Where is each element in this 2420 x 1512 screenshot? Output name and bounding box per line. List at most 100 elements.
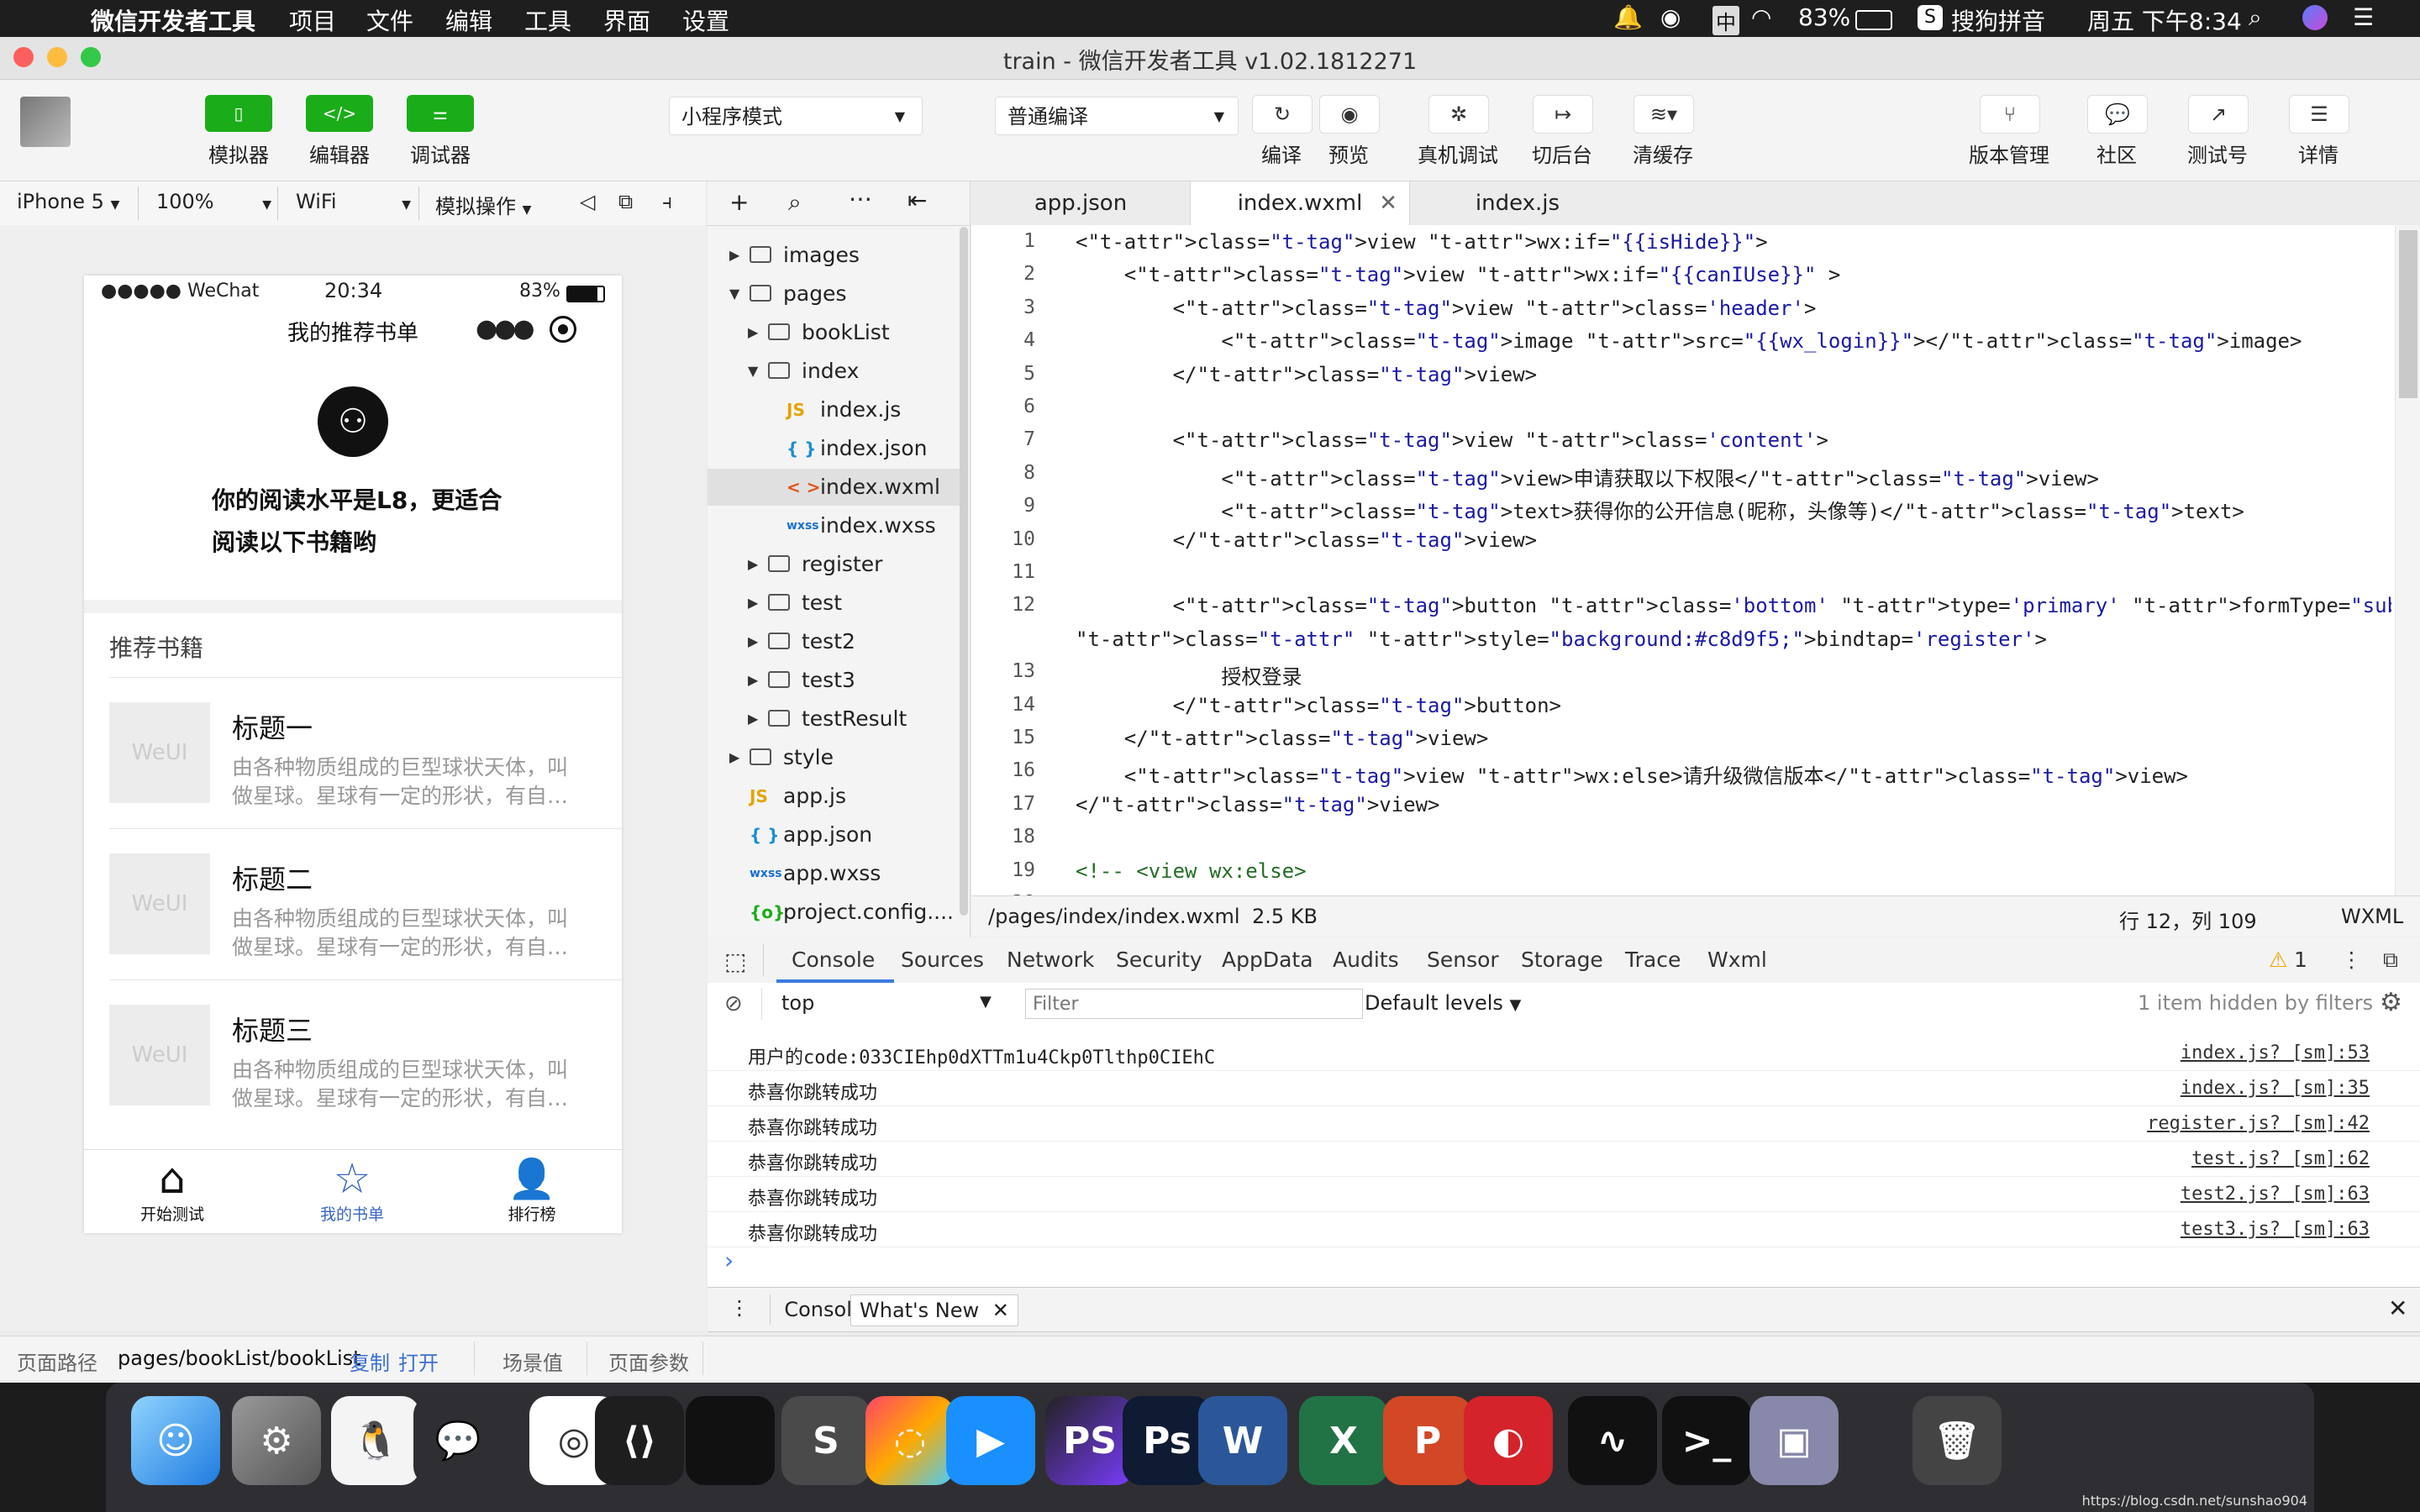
close-drawer-icon[interactable]: ✕ [2388,1294,2407,1322]
file-item[interactable]: JS index.js [708,391,960,428]
list-item[interactable]: WeUI 标题二 由各种物质组成的巨型球状天体，叫 做星球。星球有一定的形状，有… [84,828,622,979]
chevron-right-icon[interactable]: ▶ [748,585,758,622]
more-icon[interactable]: ⋯ [849,185,872,213]
compile-mode-select[interactable]: 普通编译 ▼ [995,97,1239,135]
device-select[interactable]: iPhone 5 ▼ [17,190,119,213]
excel-icon[interactable]: X [1299,1396,1388,1485]
netease-music-icon[interactable]: ◐ [1464,1396,1553,1485]
word-icon[interactable]: W [1198,1396,1287,1485]
trash-icon[interactable]: 🗑 [1912,1396,2002,1485]
system-preferences-icon[interactable]: ⚙ [232,1396,321,1485]
devtools-tab-audits[interactable]: Audits [1333,948,1399,972]
code-line[interactable]: <"t-attr">class="t-tag">text>获得你的公开信息(昵称… [1076,495,2244,524]
compile-button[interactable]: ↻ [1252,95,1313,134]
sublime-icon[interactable]: S [781,1396,871,1485]
ime-name[interactable]: 搜狗拼音 [1951,3,2045,37]
app-icon[interactable]: ◌ [865,1396,955,1485]
sogou-icon[interactable]: S [1918,5,1943,30]
devtools-tab-security[interactable]: Security [1116,948,1202,972]
scene-value-button[interactable]: 场景值 [502,1347,563,1376]
console-filter-input[interactable] [1025,989,1363,1019]
devtools-tab-sources[interactable]: Sources [901,948,984,972]
list-item[interactable]: WeUI 标题三 由各种物质组成的巨型球状天体，叫 做星球。星球有一定的形状，有… [84,979,622,1131]
chevron-right-icon[interactable]: ▶ [748,314,758,351]
folder-item[interactable]: ▶ register [708,546,960,583]
zoom-select[interactable]: 100% ▼ [156,190,271,213]
code-line[interactable]: <"t-attr">class="t-tag">view "t-attr">cl… [1076,428,1828,452]
chevron-right-icon[interactable]: ▶ [729,739,739,776]
sim-ops-select[interactable]: 模拟操作 ▼ [435,190,531,219]
folder-item[interactable]: ▶ bookList [708,314,960,351]
scrollbar[interactable] [2395,225,2420,895]
code-line[interactable]: </"t-attr">class="t-tag">button> [1076,694,1561,717]
code-editor[interactable]: 1 <"t-attr">class="t-tag">view "t-attr">w… [971,225,2420,895]
details-button[interactable]: ☰ [2289,95,2349,134]
menu-file[interactable]: 文件 [366,3,413,37]
file-item[interactable]: < > index.wxml [708,469,960,506]
editor-toggle-button[interactable]: </> [306,95,373,132]
log-source-link[interactable]: index.js? [sm]:35 [2181,1078,2370,1099]
app-menu[interactable]: 微信开发者工具 [91,3,255,37]
inspect-icon[interactable]: ⬚ [724,948,746,975]
network-select[interactable]: WiFi ▼ [296,190,411,213]
vscode-icon[interactable]: ⟨⟩ [595,1396,684,1485]
devtools-tab-trace[interactable]: Trace [1625,948,1681,972]
scrollbar[interactable] [960,227,968,916]
debugger-toggle-button[interactable]: ⚌ [407,95,474,132]
console-prompt[interactable]: › [724,1247,734,1274]
menu-settings[interactable]: 设置 [682,3,729,37]
close-icon[interactable]: ✕ [992,1299,1009,1322]
list-item[interactable]: WeUI 标题一 由各种物质组成的巨型球状天体，叫 做星球。星球有一定的形状，有… [84,677,622,828]
file-item[interactable]: { } index.json [708,430,960,467]
code-line[interactable]: <!-- <view wx:else> [1076,859,1307,883]
wechat-status-icon[interactable]: ◉ [1660,3,1681,31]
folder-item[interactable]: ▶ test3 [708,662,960,699]
warning-icon[interactable]: ⚠ [2269,948,2287,972]
language-mode[interactable]: WXML [2341,905,2403,928]
code-line[interactable]: </"t-attr">class="t-tag">view> [1076,727,1489,750]
chevron-right-icon[interactable]: ▶ [748,701,758,738]
code-line[interactable]: <"t-attr">class="t-tag">view "t-attr">wx… [1076,230,1768,254]
siri-icon[interactable] [2302,5,2328,30]
menu-view[interactable]: 界面 [603,3,650,37]
spotlight-icon[interactable]: ⌕ [2249,3,2262,32]
finder-icon[interactable]: ☺ [131,1396,220,1485]
log-source-link[interactable]: test3.js? [sm]:63 [2181,1219,2370,1240]
page-params-button[interactable]: 页面参数 [608,1347,689,1376]
menu-project[interactable]: 项目 [289,3,336,37]
gear-icon[interactable]: ⚙ [2380,988,2402,1017]
chevron-down-icon[interactable]: ▼ [748,353,758,390]
folder-item[interactable]: ▼ index [708,353,960,390]
file-item[interactable]: JS app.js [708,778,960,815]
preview-button[interactable]: ◉ [1319,95,1380,134]
chevron-right-icon[interactable]: ▶ [729,237,739,274]
phpstorm-icon[interactable]: PS [1045,1396,1134,1485]
code-line[interactable]: <"t-attr">class="t-tag">view "t-attr">wx… [1076,263,1841,286]
file-item[interactable]: wxss app.wxss [708,855,960,892]
folder-item[interactable]: ▶ style [708,739,960,776]
player-icon[interactable]: ▶ [946,1396,1035,1485]
chevron-right-icon[interactable]: ▶ [748,546,758,583]
devtools-tab-console[interactable]: Console [792,948,875,972]
code-line[interactable]: <"t-attr">class="t-tag">image "t-attr">s… [1076,329,2302,353]
search-icon[interactable]: ⌕ [788,188,802,217]
code-line[interactable]: <"t-attr">class="t-tag">view "t-attr">wx… [1076,759,2188,789]
speaker-icon[interactable]: ◁ [580,190,595,213]
qq-icon[interactable]: 🐧 [331,1396,420,1485]
close-icon[interactable]: ✕ [1379,181,1397,225]
capsule-close-icon[interactable] [550,316,576,343]
preview-icon[interactable]: ▣ [1749,1396,1839,1485]
clock[interactable]: 周五 下午8:34 [2087,3,2242,37]
log-source-link[interactable]: index.js? [sm]:53 [2181,1042,2370,1063]
simulator-toggle-button[interactable]: ▯ [205,95,272,132]
log-levels-select[interactable]: Default levels ▼ [1365,991,1521,1015]
file-item[interactable]: wxss index.wxss [708,507,960,544]
add-file-icon[interactable]: + [729,188,749,216]
powerpoint-icon[interactable]: P [1383,1396,1472,1485]
folder-item[interactable]: ▶ test [708,585,960,622]
clear-cache-button[interactable]: ≋▾ [1634,95,1694,134]
open-path-link[interactable]: 打开 [398,1347,439,1376]
kebab-menu-icon[interactable]: ⋮ [729,1296,750,1320]
devtools-icon[interactable] [686,1396,775,1485]
folder-item[interactable]: ▼ pages [708,276,960,312]
